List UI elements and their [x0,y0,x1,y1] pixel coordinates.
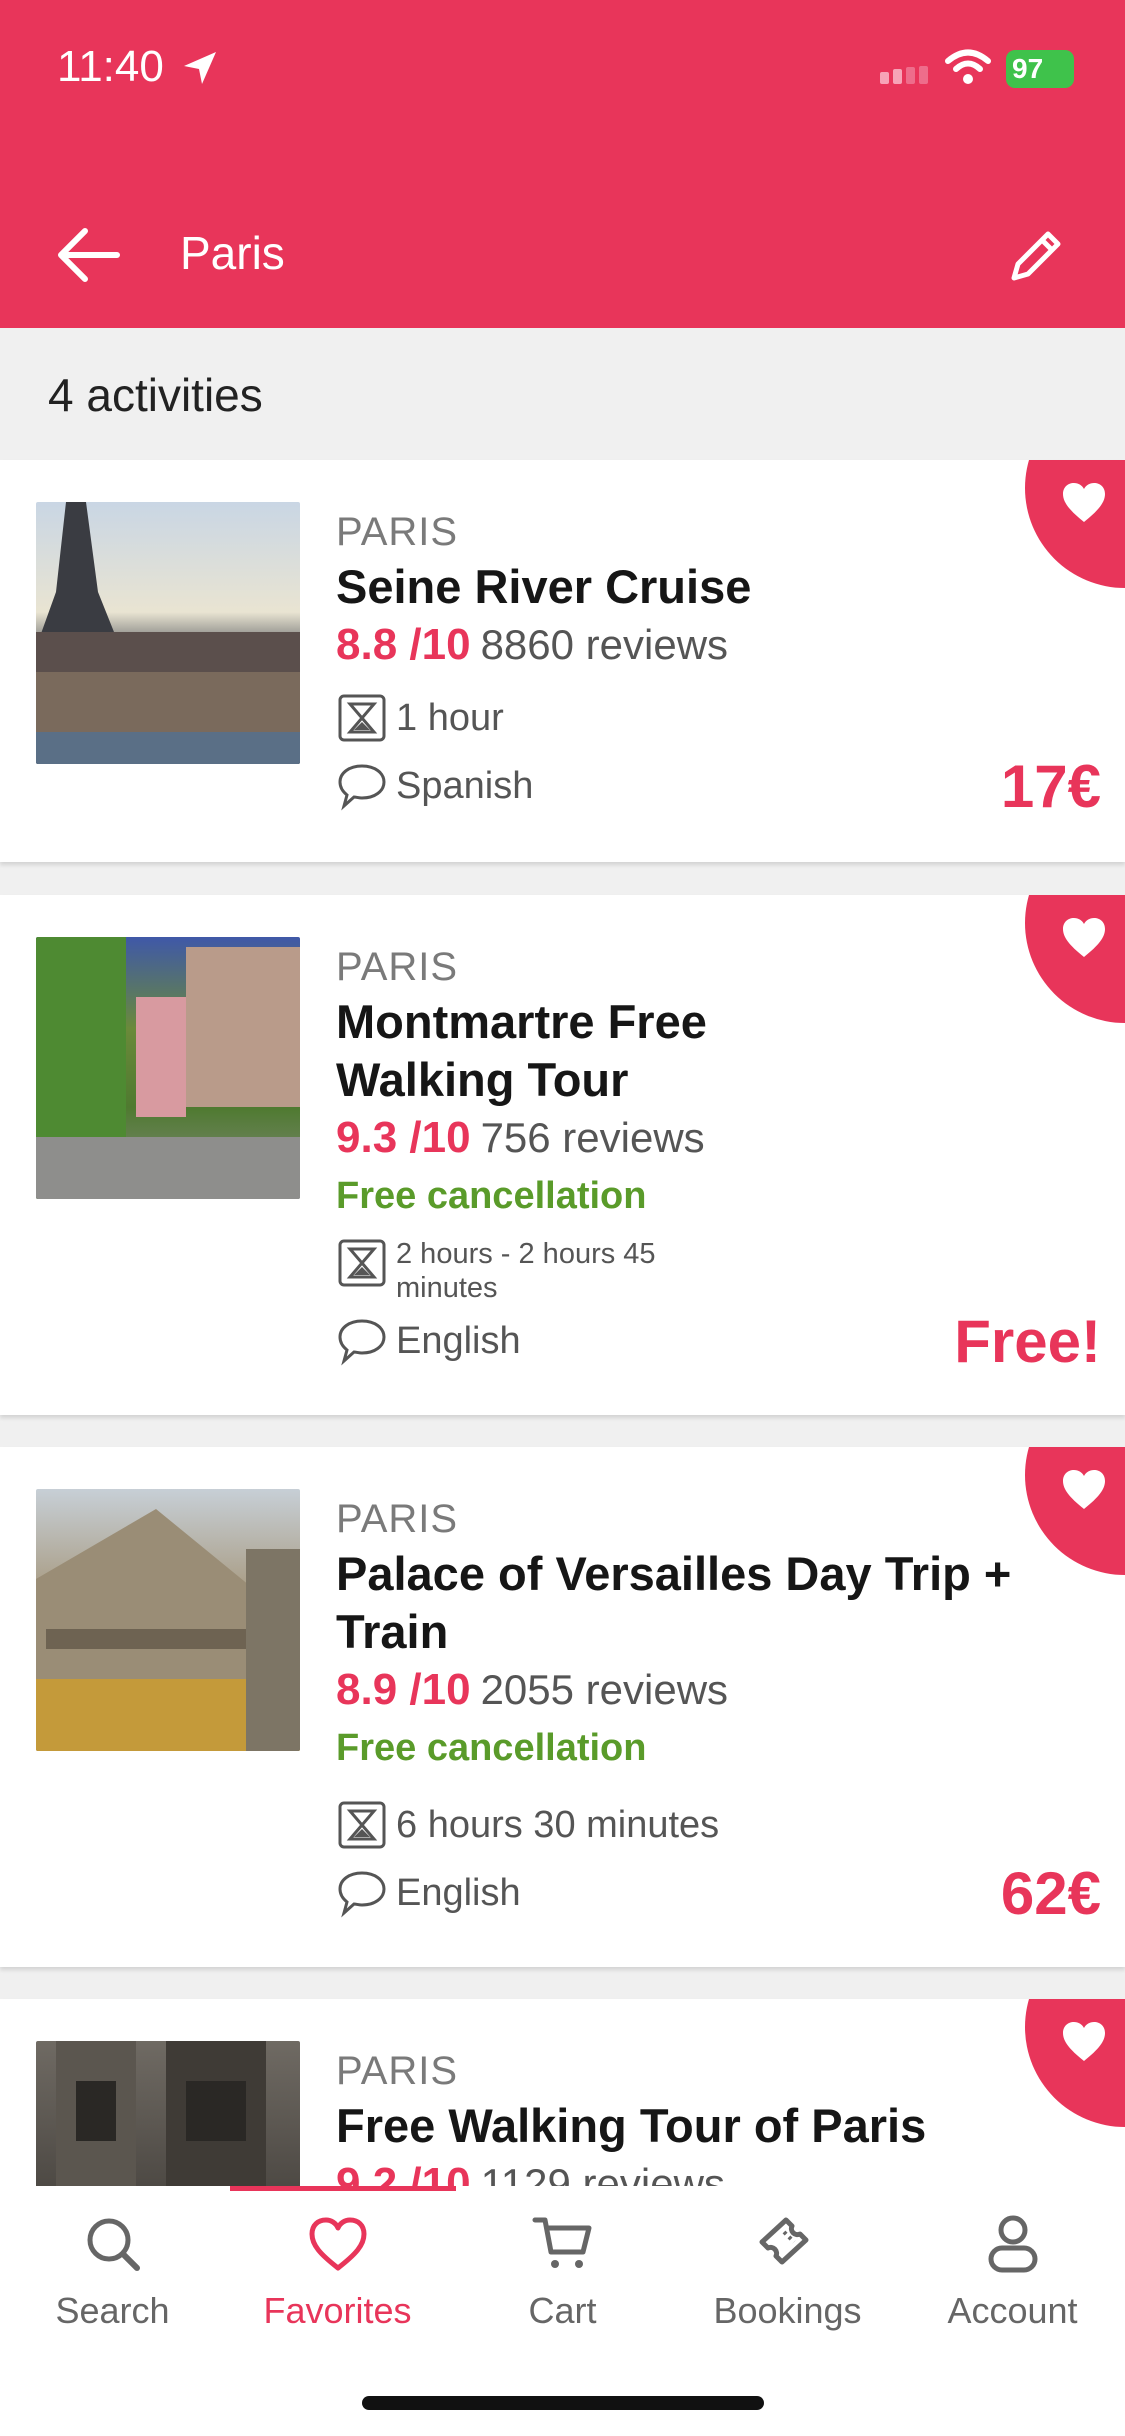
activity-title[interactable]: Montmartre Free Walking Tour [336,993,796,1109]
free-cancellation-badge: Free cancellation [336,1727,647,1769]
activity-language: English [336,1867,521,1919]
app-header: 11:40 97 Paris [0,0,1125,328]
hourglass-icon [338,1801,386,1849]
favorite-toggle[interactable] [1025,895,1125,1095]
tab-search[interactable]: Search [0,2212,225,2332]
activity-duration: 6 hours 30 minutes [336,1799,719,1851]
language-text: English [396,1319,521,1362]
speech-bubble-icon [338,764,386,811]
montmartre-street-photo [36,937,300,1199]
activity-card[interactable]: PARIS Palace of Versailles Day Trip + Tr… [0,1447,1125,1967]
duration-text: 2 hours - 2 hours 45 minutes [396,1238,656,1304]
duration-text: 1 hour [396,696,504,739]
review-count: 756 reviews [480,1114,705,1161]
hourglass-icon [338,1239,386,1287]
activity-city: PARIS [336,2049,459,2093]
heart-filled-icon [1063,2022,1105,2061]
activity-rating: 9.3 /10 756 reviews [336,1113,705,1163]
heart-filled-icon [1063,483,1105,522]
activity-duration: 1 hour [336,692,504,744]
home-indicator [362,2396,764,2410]
free-cancellation-badge: Free cancellation [336,1175,647,1217]
rating-score: 8.8 /10 [336,620,471,669]
activity-language: Spanish [336,760,533,812]
activity-rating: 8.8 /10 8860 reviews [336,620,728,670]
rating-score: 9.3 /10 [336,1113,471,1162]
language-text: English [396,1871,521,1914]
activity-thumbnail[interactable] [36,937,300,1199]
tab-label: Bookings [713,2290,862,2331]
activity-language: English [336,1315,521,1367]
speech-bubble-icon [338,1871,386,1918]
active-tab-indicator [230,2186,456,2191]
rating-score: 8.9 /10 [336,1665,471,1714]
duration-text: 6 hours 30 minutes [396,1803,720,1846]
tab-label: Favorites [263,2290,412,2331]
activity-card[interactable]: PARIS Seine River Cruise 8.8 /10 8860 rev… [0,460,1125,862]
activity-city: PARIS [336,1497,459,1541]
activity-price: 17€ [1000,753,1101,820]
speech-bubble-icon [338,1319,386,1366]
tab-label: Search [55,2290,170,2331]
pencil-icon[interactable] [1004,224,1068,288]
tab-cart[interactable]: Cart [450,2212,675,2332]
activity-thumbnail[interactable] [36,502,300,764]
versailles-palace-photo [36,1509,300,1751]
user-icon [988,2215,1037,2273]
activity-title[interactable]: Palace of Versailles Day Trip + Train [336,1545,1036,1661]
activity-price: Free! [954,1308,1101,1375]
activity-city: PARIS [336,945,459,989]
location-arrow-icon [184,52,216,84]
wifi-icon [945,49,991,84]
review-count: 8860 reviews [480,621,729,668]
status-time: 11:40 [57,42,164,91]
activity-rating: 8.9 /10 2055 reviews [336,1665,728,1715]
activity-price: 62€ [1000,1860,1101,1927]
cellular-signal-icon [880,66,928,84]
review-count: 2055 reviews [480,1666,729,1713]
back-arrow-icon[interactable] [55,226,121,284]
activity-city: PARIS [336,510,459,554]
activity-thumbnail[interactable] [36,1489,300,1751]
tab-account[interactable]: Account [900,2212,1125,2332]
search-icon [87,2218,140,2271]
ticket-icon [759,2217,808,2265]
eiffel-tower-photo [36,502,300,764]
hourglass-icon [338,694,386,742]
heart-filled-icon [1063,1470,1105,1509]
cart-icon [532,2217,591,2268]
favorite-toggle[interactable] [1025,1447,1125,1647]
page-title: Paris [180,227,285,279]
activity-title[interactable]: Free Walking Tour of Paris [336,2097,1056,2155]
heart-icon [309,2217,366,2271]
battery-level: 97 [1012,53,1044,84]
activity-duration: 2 hours - 2 hours 45 minutes [336,1237,656,1305]
tab-label: Cart [528,2290,597,2331]
activity-count: 4 activities [48,369,263,421]
tab-favorites[interactable]: Favorites [225,2212,450,2332]
language-text: Spanish [396,764,534,807]
heart-filled-icon [1063,918,1105,957]
activity-title[interactable]: Seine River Cruise [336,558,1056,616]
tab-label: Account [947,2290,1078,2331]
battery-indicator: 97 [1006,50,1074,88]
tab-bookings[interactable]: Bookings [675,2212,900,2332]
activity-card[interactable]: PARIS Montmartre Free Walking Tour 9.3 /… [0,895,1125,1415]
